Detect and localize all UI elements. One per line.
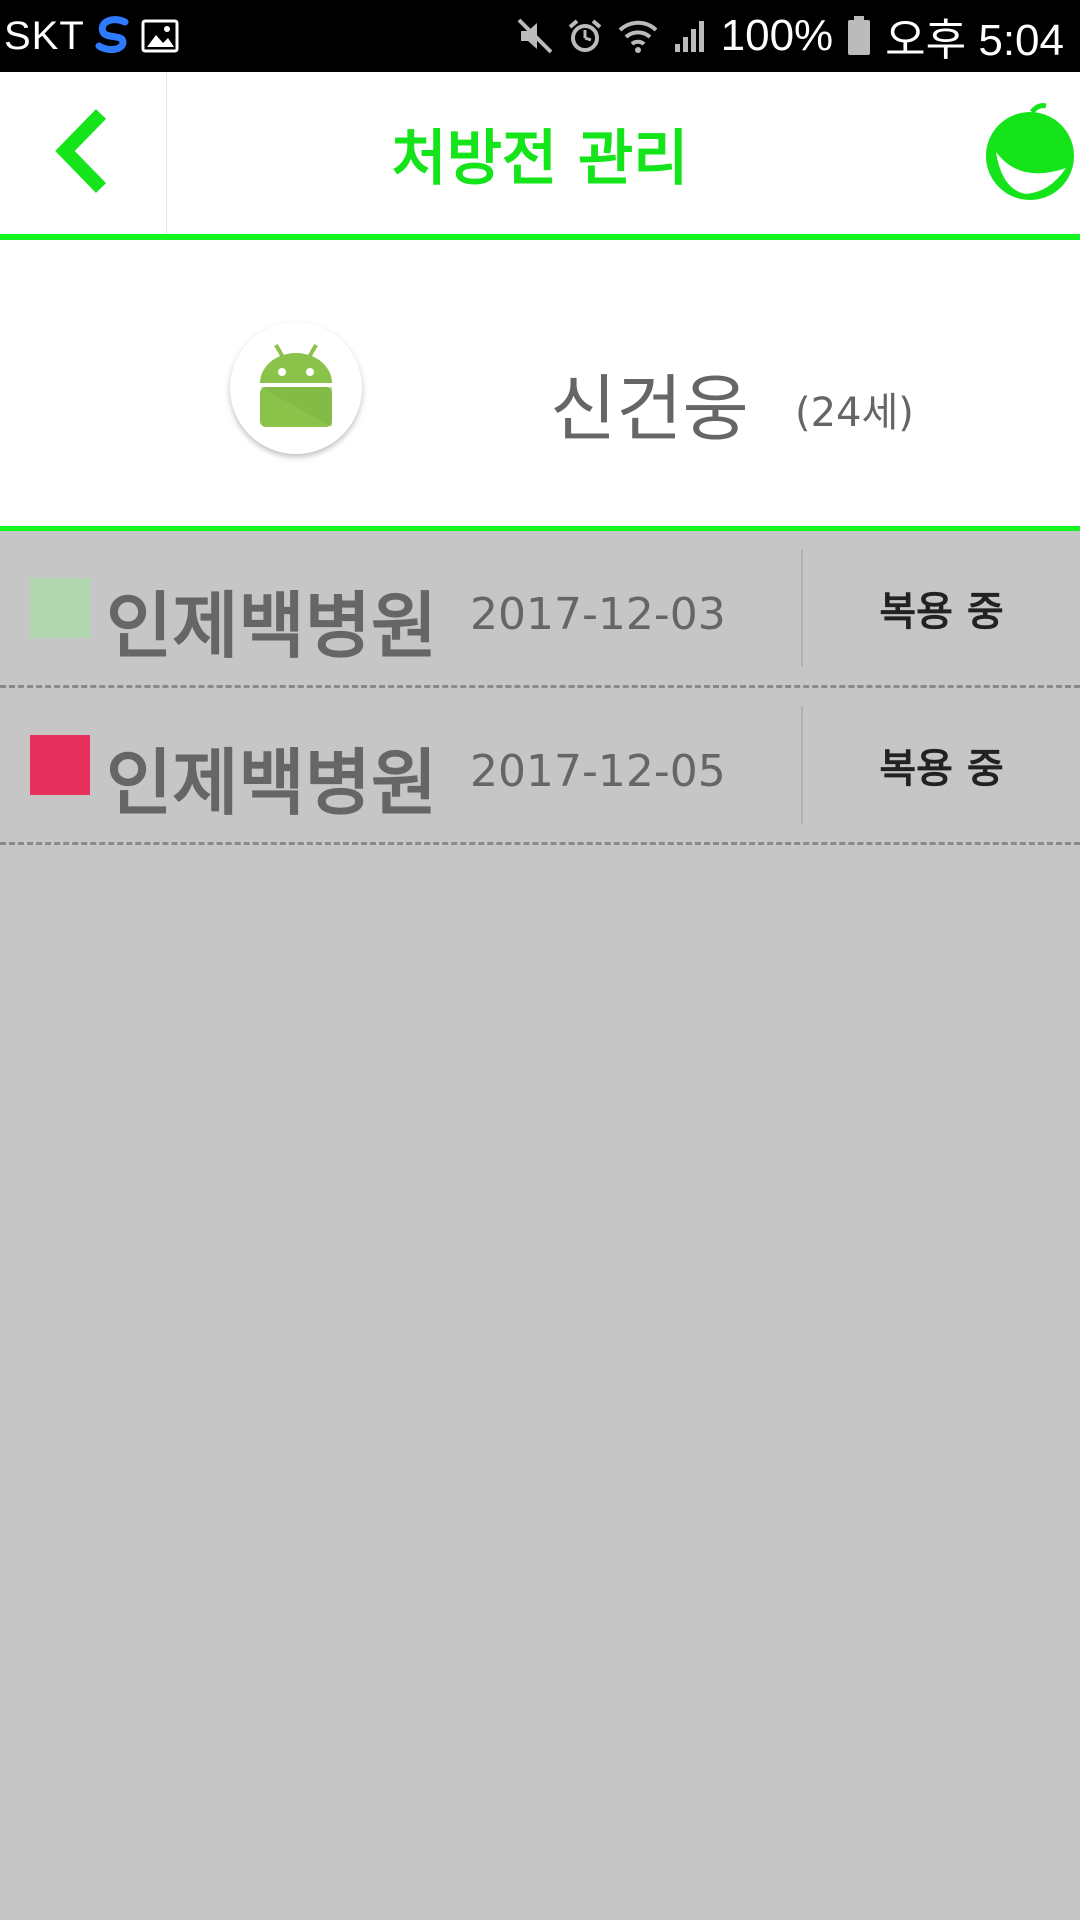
status-button[interactable]: 복용 중	[803, 688, 1080, 842]
screen: SKT 100% 오후 5:04 처방전 관리 신건웅 (24세) 인제백병원 …	[0, 0, 1080, 1920]
patient-name: 신건웅	[550, 367, 749, 451]
tomato-logo-icon	[980, 103, 1080, 206]
app-bar: 처방전 관리	[0, 72, 1080, 240]
list-item[interactable]: 인제백병원 2017-12-05 복용 중	[0, 688, 1080, 845]
avatar[interactable]	[230, 322, 362, 454]
carrier-label: SKT	[4, 13, 85, 58]
back-button[interactable]	[0, 72, 167, 234]
prescription-date: 2017-12-03	[470, 589, 726, 640]
list-item[interactable]: 인제백병원 2017-12-03 복용 중	[0, 531, 1080, 688]
page-title: 처방전 관리	[391, 123, 689, 194]
android-icon	[254, 341, 338, 435]
battery-percent: 100%	[720, 11, 834, 60]
status-left: SKT	[0, 14, 179, 59]
chevron-left-icon	[53, 106, 113, 200]
patient-header: 신건웅 (24세)	[0, 240, 1080, 531]
hospital-name: 인제백병원	[106, 741, 438, 825]
signal-icon	[673, 18, 707, 54]
gallery-icon	[141, 19, 179, 53]
color-swatch	[30, 735, 90, 795]
prescription-date: 2017-12-05	[470, 746, 726, 797]
color-swatch	[30, 578, 90, 638]
clock: 오후 5:04	[885, 16, 1064, 65]
alarm-icon	[567, 18, 603, 54]
hospital-name: 인제백병원	[106, 584, 438, 668]
status-button[interactable]: 복용 중	[803, 531, 1080, 685]
samsung-s-icon	[93, 14, 133, 58]
patient-age: (24세)	[795, 390, 914, 436]
prescription-list: 인제백병원 2017-12-03 복용 중 인제백병원 2017-12-05 복…	[0, 531, 1080, 845]
status-right: 100% 오후 5:04	[517, 4, 1080, 68]
status-bar: SKT 100% 오후 5:04	[0, 0, 1080, 72]
battery-icon	[847, 16, 871, 56]
profile-button[interactable]	[980, 102, 1080, 202]
wifi-icon	[617, 18, 659, 54]
mute-icon	[517, 18, 553, 54]
